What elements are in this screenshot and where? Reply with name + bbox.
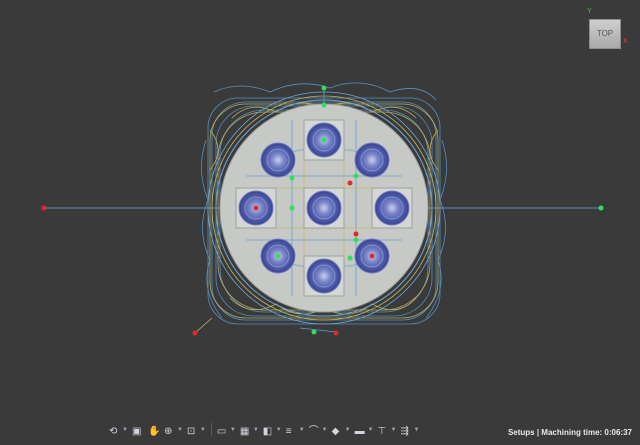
chevron-down-icon[interactable]: ▼: [345, 422, 351, 438]
y-axis-label: Y: [587, 8, 592, 15]
toolpath-button[interactable]: ⌒ ▼: [308, 422, 329, 438]
stock-icon: ◆: [331, 425, 340, 437]
marker: [347, 180, 353, 186]
marker: [353, 231, 359, 237]
status-bar-text: Setups | Machining time: 0:06:37: [507, 428, 632, 437]
pan-button[interactable]: ✋: [147, 422, 161, 438]
camera-icon: ▬: [354, 425, 365, 437]
toolbar-divider: [210, 423, 212, 436]
display-settings-icon: ▭: [216, 425, 227, 437]
display-settings-button[interactable]: ▭ ▼: [216, 422, 237, 438]
chevron-down-icon[interactable]: ▼: [253, 422, 259, 438]
marker: [347, 255, 353, 261]
filter-button[interactable]: ⊤ ▼: [377, 422, 398, 438]
navigation-toolbar: ⟲ ▼ ▣ ✋ ⊕ ▼ ⊡ ▼ ▭ ▼ ▦ ▼ ◧ ▼ ≡ ▼ ⌒ ▼ ◆ ▼ ▬ ▼ ⊤ ▼ ⇶ ▼: [108, 421, 420, 438]
marker: [321, 137, 327, 143]
pocket: [354, 142, 390, 178]
layers-icon: ≡: [285, 425, 292, 437]
simulation-icon: ⇶: [400, 425, 409, 437]
marker: [289, 205, 295, 211]
marker: [311, 329, 317, 335]
chevron-down-icon[interactable]: ▼: [177, 422, 183, 438]
zoom-button[interactable]: ⊕ ▼: [163, 422, 184, 438]
chevron-down-icon[interactable]: ▼: [299, 422, 305, 438]
marker: [353, 237, 359, 243]
marker: [321, 102, 327, 108]
toolpath-icon: ⌒: [308, 425, 319, 437]
pocket: [260, 142, 296, 178]
marker: [321, 85, 327, 91]
marker: [353, 173, 359, 179]
layers-button[interactable]: ≡ ▼: [285, 422, 306, 438]
orbit-button[interactable]: ⟲ ▼: [108, 422, 129, 438]
marker: [192, 330, 198, 336]
save-view-button[interactable]: ▣: [131, 422, 145, 438]
pocket: [374, 190, 410, 226]
chevron-down-icon[interactable]: ▼: [230, 422, 236, 438]
stock-button[interactable]: ◆ ▼: [331, 422, 352, 438]
model-canvas[interactable]: [0, 0, 640, 440]
pocket: [306, 258, 342, 294]
orbit-icon: ⟲: [109, 425, 118, 437]
marker: [369, 253, 375, 259]
marker: [41, 205, 47, 211]
visual-style-button[interactable]: ◧ ▼: [262, 422, 283, 438]
marker: [598, 205, 604, 211]
fit-button[interactable]: ⊡ ▼: [186, 422, 207, 438]
camera-button[interactable]: ▬ ▼: [354, 422, 375, 438]
marker: [275, 253, 281, 259]
chevron-down-icon[interactable]: ▼: [322, 422, 328, 438]
chevron-down-icon[interactable]: ▼: [413, 422, 419, 438]
view-cube-top-face[interactable]: TOP: [589, 19, 621, 49]
marker: [253, 205, 259, 211]
grid-icon: ▦: [239, 425, 250, 437]
grid-button[interactable]: ▦ ▼: [239, 422, 260, 438]
3d-viewport[interactable]: [0, 0, 640, 440]
filter-icon: ⊤: [377, 425, 387, 437]
chevron-down-icon[interactable]: ▼: [122, 422, 128, 438]
marker: [333, 330, 339, 336]
marker: [289, 175, 295, 181]
x-axis-label: X: [623, 38, 628, 45]
pan-icon: ✋: [147, 425, 161, 437]
zoom-icon: ⊕: [163, 425, 173, 437]
chevron-down-icon[interactable]: ▼: [200, 422, 206, 438]
visual-style-icon: ◧: [262, 425, 273, 437]
fit-icon: ⊡: [186, 425, 196, 437]
simulation-button[interactable]: ⇶ ▼: [399, 422, 420, 438]
pocket: [306, 190, 342, 226]
chevron-down-icon[interactable]: ▼: [368, 422, 374, 438]
view-cube[interactable]: Y X TOP: [583, 8, 633, 52]
chevron-down-icon[interactable]: ▼: [391, 422, 397, 438]
save-view-icon: ▣: [131, 425, 142, 437]
chevron-down-icon[interactable]: ▼: [276, 422, 282, 438]
